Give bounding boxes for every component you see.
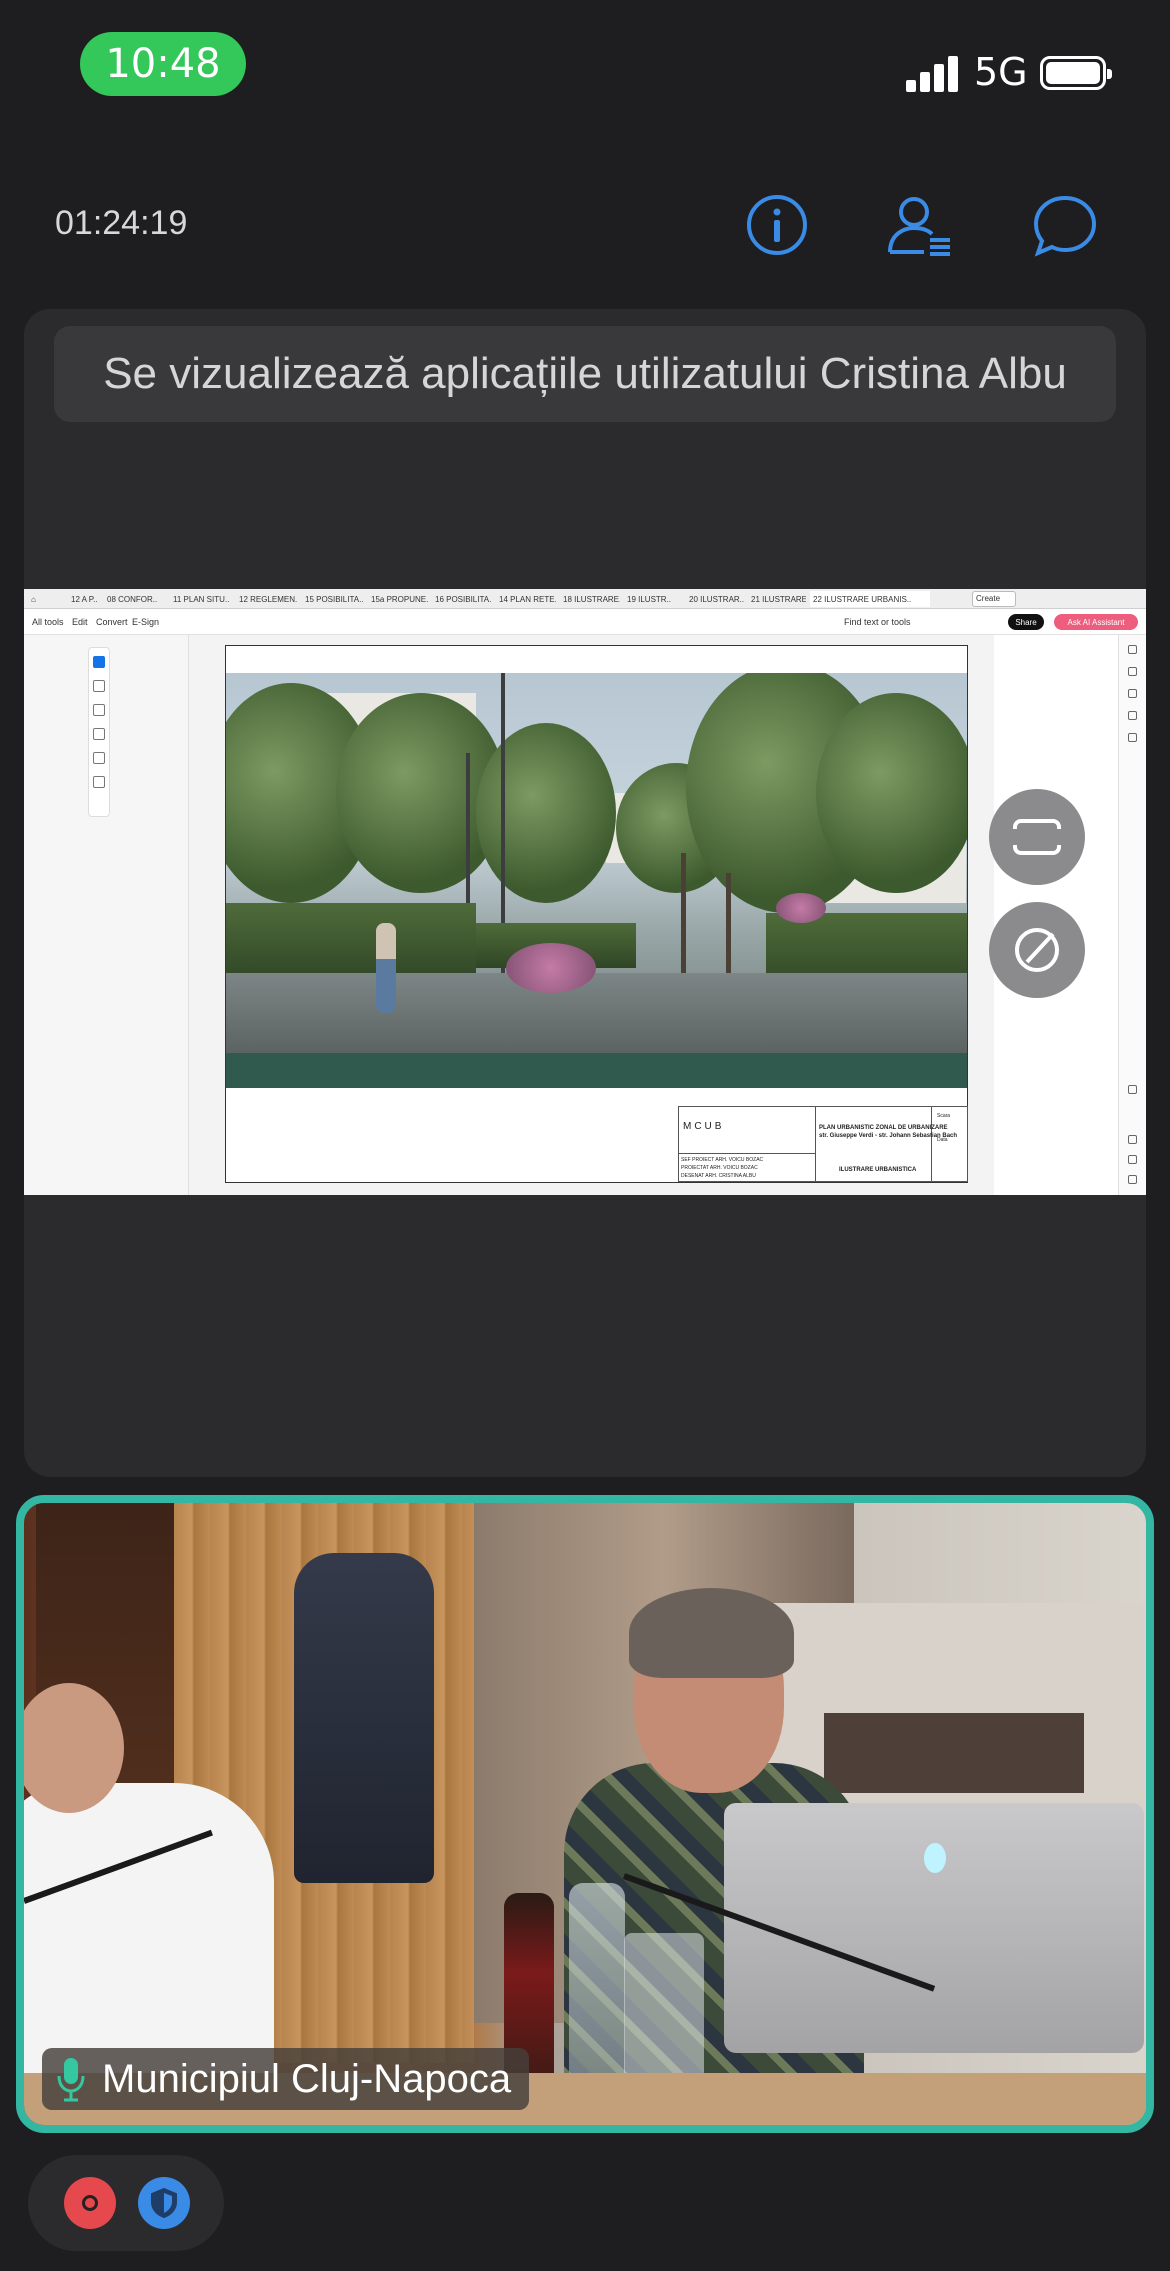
- tools-pane: [24, 635, 189, 1195]
- menu-convert: Convert: [96, 617, 128, 627]
- pdf-page: MCUB SEF PROIECT ARH. VOICU BOZAC PROIEC…: [225, 645, 968, 1183]
- quick-tools: [88, 647, 110, 817]
- screen-share-panel: Se vizualizează aplicațiile utilizatului…: [24, 309, 1146, 1477]
- bottom-controls: [28, 2155, 224, 2251]
- app-tab: 20 ILUSTRAR..: [689, 595, 744, 604]
- zoom-out-icon: [1128, 1175, 1137, 1184]
- app-tab: 15a PROPUNE..: [371, 595, 428, 604]
- drawing-title: ILUSTRARE URBANISTICA: [839, 1167, 917, 1173]
- home-icon: ⌂: [31, 595, 36, 604]
- status-bar: 10:48 5G: [0, 0, 1170, 130]
- microphone-icon: [57, 2058, 85, 2102]
- text-tool-icon: [93, 752, 105, 764]
- participant-left: [24, 1673, 284, 2103]
- app-tab: 16 POSIBILITA..: [435, 595, 492, 604]
- menu-all-tools: All tools: [32, 617, 64, 627]
- fullscreen-icon: [1011, 819, 1063, 855]
- app-tab: 19 ILUSTR..: [627, 595, 672, 604]
- edit-icon: [1128, 645, 1137, 654]
- water-bottle: [569, 1883, 625, 2093]
- network-label: 5G: [974, 50, 1028, 94]
- glass: [624, 1933, 704, 2083]
- meeting-toolbar: 01:24:19: [0, 180, 1170, 270]
- annotate-button[interactable]: [989, 902, 1085, 998]
- app-tab: 08 CONFOR..: [107, 595, 158, 604]
- comment-tool-icon: [93, 680, 105, 692]
- lasso-tool-icon: [93, 728, 105, 740]
- share-banner: Se vizualizează aplicațiile utilizatului…: [54, 326, 1116, 422]
- drawing-title-block: MCUB SEF PROIECT ARH. VOICU BOZAC PROIEC…: [678, 1106, 968, 1182]
- app-tab: 14 PLAN RETE..: [499, 595, 556, 604]
- select-tool-icon: [93, 656, 105, 668]
- firm-logo: MCUB: [683, 1121, 725, 1132]
- hanging-jacket: [294, 1553, 434, 1883]
- pages-icon: [1128, 711, 1137, 720]
- participant-name: Municipiul Cluj-Napoca: [102, 2056, 512, 2101]
- app-tab: 15 POSIBILITA..: [305, 595, 364, 604]
- ai-assistant-button: Ask AI Assistant: [1054, 614, 1138, 630]
- comment-icon: [1128, 667, 1137, 676]
- battery-icon: [1040, 56, 1112, 90]
- scale-label: Scara: [937, 1113, 951, 1119]
- info-icon[interactable]: [742, 190, 812, 260]
- bike-lane: [226, 1053, 967, 1088]
- app-tab: 11 PLAN SITU..: [173, 595, 230, 604]
- app-tabbar: ⌂ 12 A P.. 08 CONFOR.. 11 PLAN SITU.. 12…: [24, 589, 1146, 609]
- plan-title: PLAN URBANISTIC ZONAL DE URBANIZARE: [819, 1125, 948, 1131]
- zoom-in-icon: [1128, 1155, 1137, 1164]
- page-nav-icon: [1128, 1085, 1137, 1094]
- fullscreen-button[interactable]: [989, 789, 1085, 885]
- participants-icon[interactable]: [884, 190, 954, 260]
- stamp-tool-icon: [93, 776, 105, 788]
- pedestrian: [376, 923, 396, 1013]
- app-tab: 12 A P..: [71, 595, 98, 604]
- menu-esign: E-Sign: [132, 617, 160, 627]
- shared-screen[interactable]: ⌂ 12 A P.. 08 CONFOR.. 11 PLAN SITU.. 12…: [24, 589, 1146, 1195]
- security-button[interactable]: [138, 2177, 190, 2229]
- app-tab: 21 ILUSTRARE..: [751, 595, 806, 604]
- app-tab: 18 ILUSTRARE..: [563, 595, 620, 604]
- title-row: PROIECTAT ARH. VOICU BOZAC: [681, 1165, 758, 1171]
- bookmark-icon: [1128, 689, 1137, 698]
- title-row: SEF PROIECT ARH. VOICU BOZAC: [681, 1157, 764, 1163]
- annotate-icon: [1015, 928, 1059, 972]
- clock-pill: 10:48: [80, 32, 246, 96]
- share-button: Share: [1008, 614, 1044, 630]
- right-tool-rail: [1118, 635, 1146, 1195]
- shield-icon: [151, 2187, 177, 2219]
- rotate-icon: [1128, 1135, 1137, 1144]
- app-tab: 12 REGLEMEN..: [239, 595, 298, 604]
- menu-edit: Edit: [72, 617, 88, 627]
- app-menubar: All tools Edit Convert E-Sign Find text …: [24, 609, 1146, 635]
- record-button[interactable]: [64, 2177, 116, 2229]
- layers-icon: [1128, 733, 1137, 742]
- urban-illustration-image: [226, 673, 967, 1088]
- app-tab-active: 22 ILUSTRARE URBANIS..: [810, 591, 930, 607]
- title-row: DESENAT ARH. CRISTINA ALBU: [681, 1173, 756, 1179]
- signal-icon: [906, 56, 958, 92]
- record-icon: [82, 2195, 98, 2211]
- find-tools-field: Find text or tools: [844, 617, 911, 627]
- document-view: MCUB SEF PROIECT ARH. VOICU BOZAC PROIEC…: [189, 635, 994, 1195]
- video-tile[interactable]: Municipiul Cluj-Napoca: [16, 1495, 1154, 2133]
- meeting-timer: 01:24:19: [55, 204, 188, 242]
- laptop: [724, 1803, 1144, 2053]
- date-label: Data: [937, 1137, 948, 1143]
- participant-name-tag: Municipiul Cluj-Napoca: [42, 2048, 530, 2110]
- create-button: Create: [972, 591, 1016, 607]
- chat-icon[interactable]: [1030, 190, 1100, 260]
- pen-tool-icon: [93, 704, 105, 716]
